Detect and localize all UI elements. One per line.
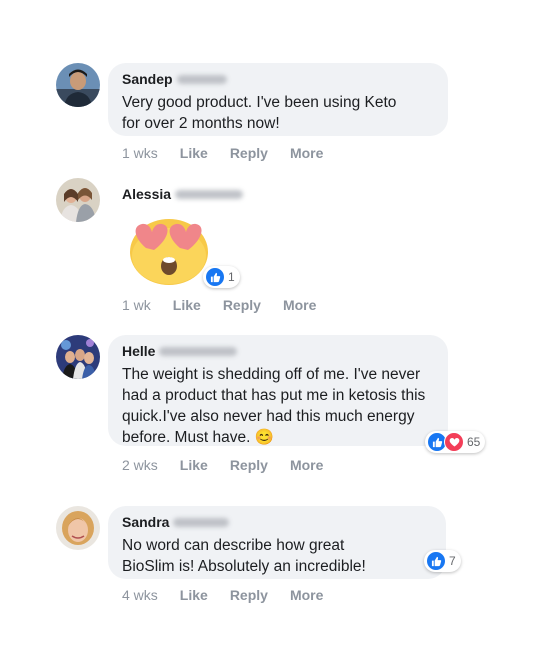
avatar[interactable] [56,178,100,222]
comment-author[interactable]: Alessia [122,186,171,202]
comment-actions: 1 wks Like Reply More [122,145,323,161]
reaction-count[interactable]: 1 [203,266,240,288]
comment-author[interactable]: Sandep [122,71,173,87]
comment-actions: 1 wk Like Reply More [122,297,316,313]
like-button[interactable]: Like [180,145,208,161]
blurred-surname [175,189,244,199]
comment-bubble: Sandra No word can describe how great Bi… [108,506,446,579]
comment-bubble: Helle The weight is shedding off of me. … [108,335,448,446]
timestamp[interactable]: 2 wks [122,457,158,473]
reply-button[interactable]: Reply [223,297,261,313]
comment-author[interactable]: Sandra [122,514,169,530]
reply-button[interactable]: Reply [230,457,268,473]
blurred-surname [173,517,230,527]
comment-text: The weight is shedding off of me. I've n… [122,366,426,446]
heart-icon [444,432,464,452]
like-button[interactable]: Like [180,587,208,603]
reply-button[interactable]: Reply [230,587,268,603]
comment-bubble: Sandep Very good product. I've been usin… [108,63,448,136]
blurred-surname [159,346,238,356]
reaction-count[interactable]: 65 [425,431,486,453]
more-button[interactable]: More [290,587,323,603]
more-button[interactable]: More [290,457,323,473]
more-button[interactable]: More [290,145,323,161]
comment-actions: 4 wks Like Reply More [122,587,323,603]
comment-author-line: Alessia [122,186,244,202]
like-button[interactable]: Like [180,457,208,473]
comment-text: No word can describe how great BioSlim i… [122,537,366,575]
blurred-surname [176,74,227,84]
thumbs-up-icon [205,267,225,287]
reply-button[interactable]: Reply [230,145,268,161]
avatar[interactable] [56,63,100,107]
like-button[interactable]: Like [173,297,201,313]
comment-author[interactable]: Helle [122,343,155,359]
reaction-count[interactable]: 7 [424,550,461,572]
avatar[interactable] [56,335,100,379]
avatar[interactable] [56,506,100,550]
timestamp[interactable]: 1 wk [122,297,151,313]
more-button[interactable]: More [283,297,316,313]
heart-eyes-sticker [124,208,214,288]
comment-text: Very good product. I've been using Keto … [122,94,397,132]
thumbs-up-icon [426,551,446,571]
timestamp[interactable]: 4 wks [122,587,158,603]
timestamp[interactable]: 1 wks [122,145,158,161]
comment-actions: 2 wks Like Reply More [122,457,323,473]
